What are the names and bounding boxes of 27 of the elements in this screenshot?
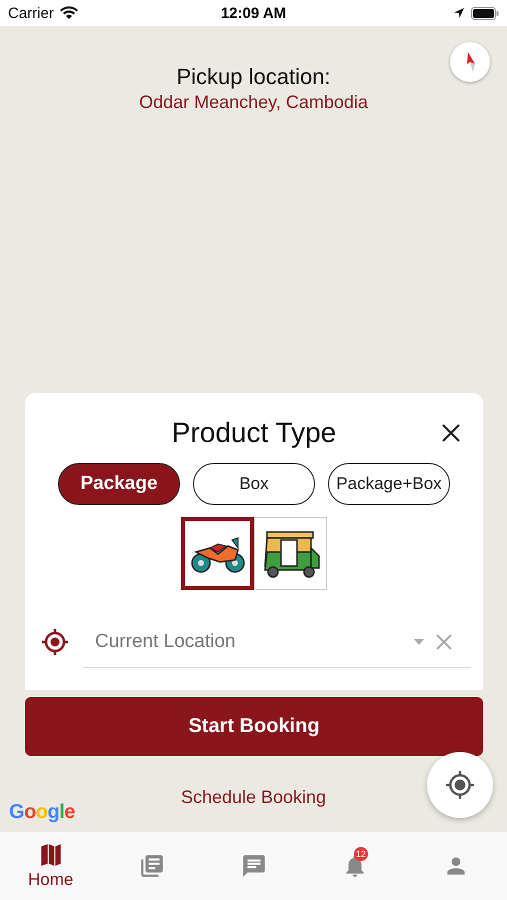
target-icon (41, 628, 69, 656)
product-type-tab[interactable]: Box (193, 463, 315, 505)
wifi-icon (58, 6, 79, 20)
card-title: Product Type (172, 417, 336, 449)
carrier-label: Carrier (8, 4, 54, 22)
schedule-booking-link[interactable]: Schedule Booking (180, 786, 326, 808)
nav-label: Home (28, 870, 74, 890)
location-arrow-icon (453, 7, 465, 19)
compass-button[interactable] (450, 42, 490, 82)
battery-icon (471, 6, 499, 20)
locate-icon (445, 770, 475, 800)
vehicle-option[interactable] (181, 517, 254, 590)
close-icon (441, 423, 461, 443)
nav-tab[interactable]: Home (0, 832, 102, 900)
status-time: 12:09 AM (220, 4, 286, 22)
notification-badge: 12 (354, 847, 368, 861)
pickup-address: Oddar Meanchey, Cambodia (139, 92, 368, 113)
news-icon (139, 853, 166, 879)
dropdown-caret-icon (413, 638, 425, 646)
product-type-tab[interactable]: Package+Box (328, 463, 450, 505)
pickup-label: Pickup location: (176, 64, 331, 90)
my-location-button[interactable] (427, 752, 493, 818)
chat-icon (240, 853, 267, 879)
start-booking-button[interactable]: Start Booking (25, 697, 483, 756)
product-type-tab[interactable]: Package (58, 463, 180, 505)
map-logo: Google (9, 801, 75, 824)
nav-tab[interactable]: 12 (304, 832, 406, 900)
